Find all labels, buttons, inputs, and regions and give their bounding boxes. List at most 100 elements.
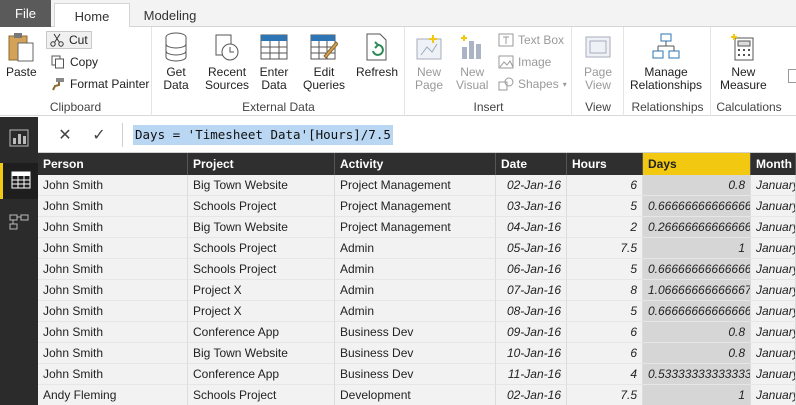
column-header-project[interactable]: Project [188,153,335,175]
formula-input[interactable]: Days = 'Timesheet Data'[Hours]/7.5 [133,125,393,145]
table-cell-hours[interactable]: 4 [567,364,643,385]
tab-modeling[interactable]: Modeling [132,3,208,28]
table-cell-hours[interactable]: 8 [567,280,643,301]
table-cell-person[interactable]: John Smith [38,259,188,280]
cut-button[interactable]: Cut [46,31,92,49]
table-cell-activity[interactable]: Project Management [335,175,496,196]
cancel-formula-button[interactable]: ✕ [54,125,76,145]
copy-button[interactable]: Copy [50,53,98,71]
page-view-button[interactable]: Page View [583,31,613,92]
table-cell-person[interactable]: John Smith [38,175,188,196]
table-cell-date[interactable]: 06-Jan-16 [496,259,567,280]
table-cell-days[interactable]: 0.666666666666667 [643,301,751,322]
table-cell-activity[interactable]: Admin [335,280,496,301]
refresh-button[interactable]: Refresh [356,31,398,79]
table-cell-project[interactable]: Schools Project [188,385,335,405]
table-cell-month[interactable]: January [751,385,796,405]
table-cell-month[interactable]: January [751,175,796,196]
table-cell-person[interactable]: John Smith [38,322,188,343]
table-cell-days[interactable]: 0.666666666666667 [643,259,751,280]
table-cell-month[interactable]: January [751,280,796,301]
table-cell-days[interactable]: 1.06666666666667 [643,280,751,301]
table-cell-activity[interactable]: Admin [335,238,496,259]
edit-queries-button[interactable]: Edit Queries [303,31,345,92]
table-cell-days[interactable]: 0.8 [643,175,751,196]
table-cell-month[interactable]: January [751,301,796,322]
format-painter-button[interactable]: Format Painter [50,75,149,93]
table-cell-hours[interactable]: 7.5 [567,385,643,405]
table-cell-project[interactable]: Big Town Website [188,343,335,364]
table-cell-month[interactable]: January [751,196,796,217]
table-cell-hours[interactable]: 6 [567,175,643,196]
paste-button[interactable]: Paste [6,31,37,79]
table-cell-activity[interactable]: Project Management [335,217,496,238]
table-cell-days[interactable]: 0.666666666666667 [643,196,751,217]
table-cell-month[interactable]: January [751,238,796,259]
table-cell-date[interactable]: 07-Jan-16 [496,280,567,301]
table-cell-project[interactable]: Schools Project [188,238,335,259]
get-data-button[interactable]: Get Data [161,31,191,92]
table-cell-project[interactable]: Schools Project [188,196,335,217]
text-box-button[interactable]: Text Box [498,31,564,49]
report-view-button[interactable] [0,121,38,157]
table-cell-hours[interactable]: 5 [567,196,643,217]
table-cell-activity[interactable]: Business Dev [335,343,496,364]
table-cell-person[interactable]: John Smith [38,301,188,322]
table-cell-days[interactable]: 0.533333333333333 [643,364,751,385]
table-cell-date[interactable]: 02-Jan-16 [496,175,567,196]
table-cell-date[interactable]: 05-Jan-16 [496,238,567,259]
table-cell-month[interactable]: January [751,259,796,280]
column-header-days[interactable]: Days [643,153,751,175]
table-cell-days[interactable]: 1 [643,238,751,259]
table-cell-person[interactable]: John Smith [38,364,188,385]
table-cell-hours[interactable]: 7.5 [567,238,643,259]
table-cell-date[interactable]: 08-Jan-16 [496,301,567,322]
manage-relationships-button[interactable]: Manage Relationships [630,31,702,92]
image-button[interactable]: Image [498,53,551,71]
table-cell-activity[interactable]: Development [335,385,496,405]
table-cell-project[interactable]: Schools Project [188,259,335,280]
table-cell-date[interactable]: 11-Jan-16 [496,364,567,385]
table-cell-hours[interactable]: 5 [567,301,643,322]
commit-formula-button[interactable]: ✓ [88,125,110,145]
table-cell-activity[interactable]: Business Dev [335,322,496,343]
table-cell-activity[interactable]: Project Management [335,196,496,217]
table-cell-person[interactable]: Andy Fleming [38,385,188,405]
table-cell-hours[interactable]: 6 [567,343,643,364]
column-header-activity[interactable]: Activity [335,153,496,175]
tab-file[interactable]: File [0,0,51,27]
relationships-view-button[interactable] [0,205,38,241]
new-page-button[interactable]: New Page [414,31,444,92]
shapes-button[interactable]: Shapes ▾ [498,75,567,93]
table-cell-days[interactable]: 0.8 [643,343,751,364]
table-cell-date[interactable]: 02-Jan-16 [496,385,567,405]
table-cell-project[interactable]: Conference App [188,322,335,343]
table-cell-activity[interactable]: Admin [335,301,496,322]
table-cell-days[interactable]: 0.8 [643,322,751,343]
table-cell-hours[interactable]: 5 [567,259,643,280]
table-cell-person[interactable]: John Smith [38,196,188,217]
table-cell-month[interactable]: January [751,217,796,238]
table-cell-person[interactable]: John Smith [38,238,188,259]
table-cell-hours[interactable]: 6 [567,322,643,343]
recent-sources-button[interactable]: Recent Sources [205,31,249,92]
table-cell-person[interactable]: John Smith [38,280,188,301]
table-cell-project[interactable]: Conference App [188,364,335,385]
column-header-month[interactable]: Month [751,153,796,175]
new-visual-button[interactable]: New Visual [456,31,488,92]
table-cell-project[interactable]: Big Town Website [188,175,335,196]
table-cell-activity[interactable]: Business Dev [335,364,496,385]
column-header-date[interactable]: Date [496,153,567,175]
table-cell-month[interactable]: January [751,343,796,364]
table-cell-activity[interactable]: Admin [335,259,496,280]
enter-data-button[interactable]: Enter Data [259,31,289,92]
table-cell-month[interactable]: January [751,322,796,343]
table-cell-person[interactable]: John Smith [38,343,188,364]
table-cell-project[interactable]: Project X [188,301,335,322]
data-view-button[interactable] [0,163,38,199]
table-cell-hours[interactable]: 2 [567,217,643,238]
tab-home[interactable]: Home [54,3,130,28]
table-cell-days[interactable]: 1 [643,385,751,405]
table-cell-days[interactable]: 0.266666666666667 [643,217,751,238]
table-cell-project[interactable]: Big Town Website [188,217,335,238]
